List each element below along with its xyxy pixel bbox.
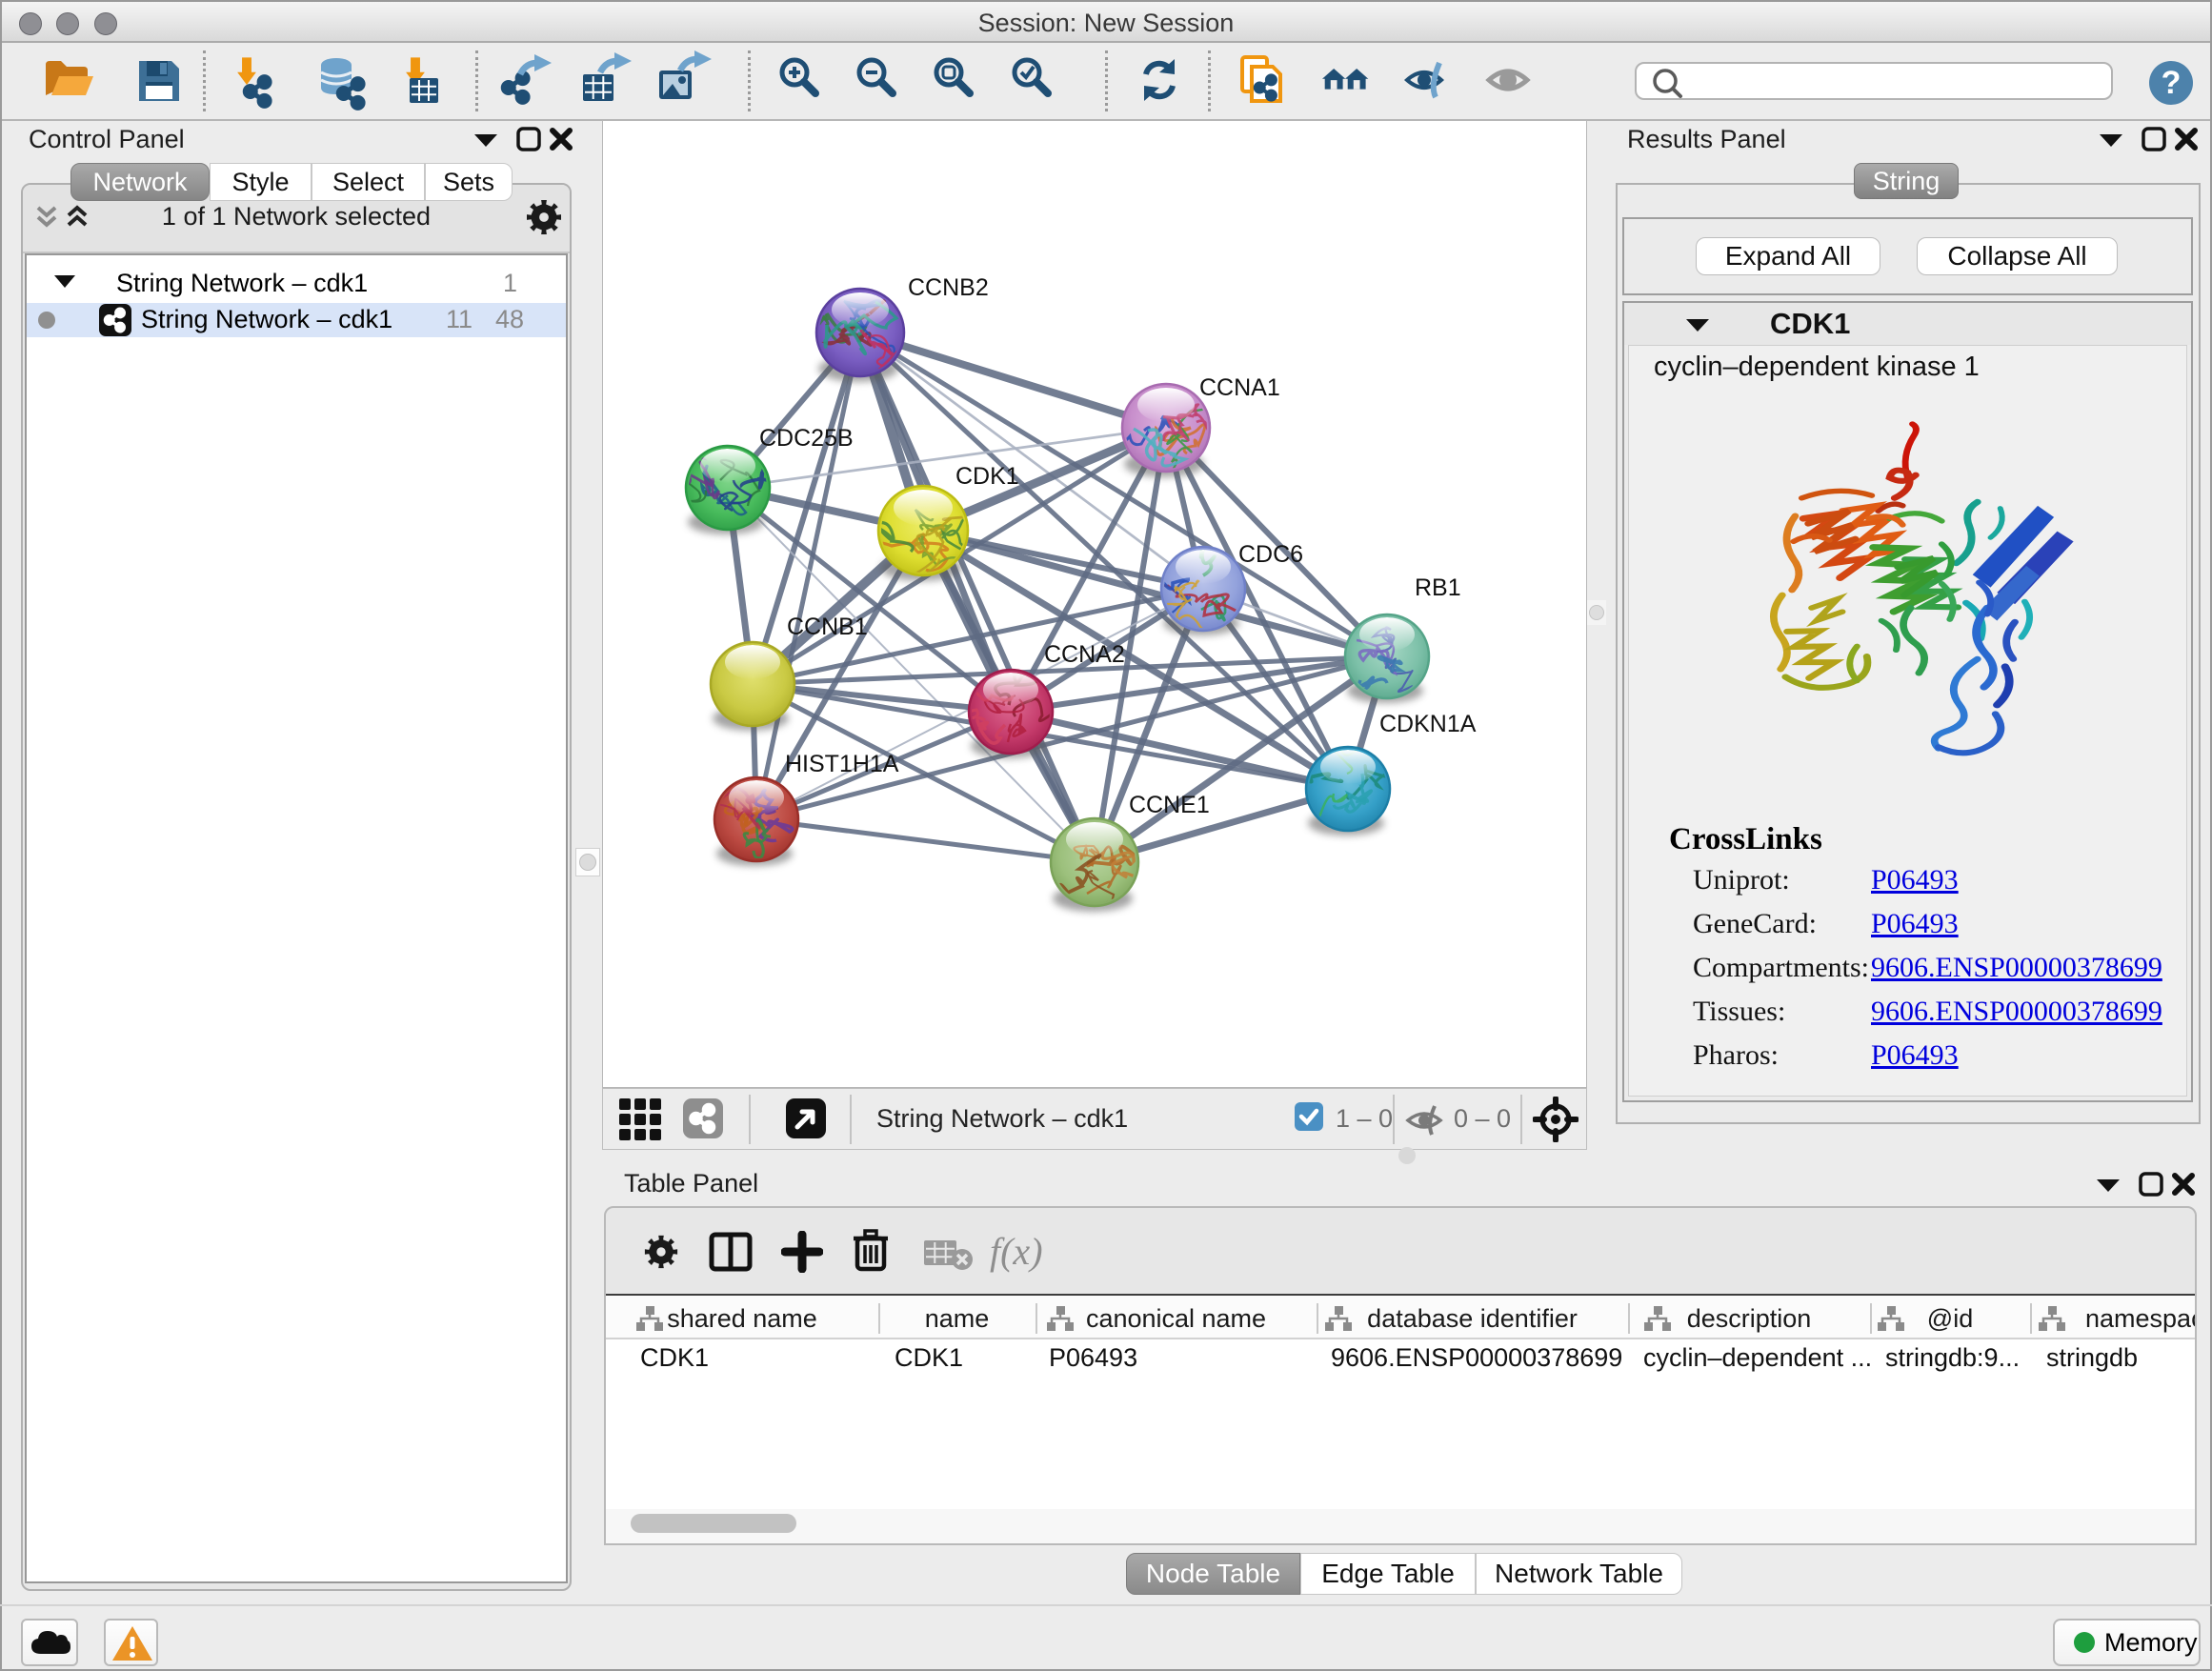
svg-text:CCNE1: CCNE1 xyxy=(1129,792,1210,818)
svg-text:CDC6: CDC6 xyxy=(1238,541,1303,568)
svg-text:CCNA2: CCNA2 xyxy=(1044,641,1125,668)
svg-text:CDC25B: CDC25B xyxy=(759,425,854,452)
svg-text:CCNB1: CCNB1 xyxy=(787,614,868,640)
svg-text:CDK1: CDK1 xyxy=(955,463,1019,490)
svg-text:RB1: RB1 xyxy=(1415,574,1461,601)
svg-text:CDKN1A: CDKN1A xyxy=(1379,711,1477,737)
svg-text:HIST1H1A: HIST1H1A xyxy=(785,751,899,777)
svg-text:CCNB2: CCNB2 xyxy=(908,274,989,301)
svg-text:CCNA1: CCNA1 xyxy=(1199,374,1280,401)
